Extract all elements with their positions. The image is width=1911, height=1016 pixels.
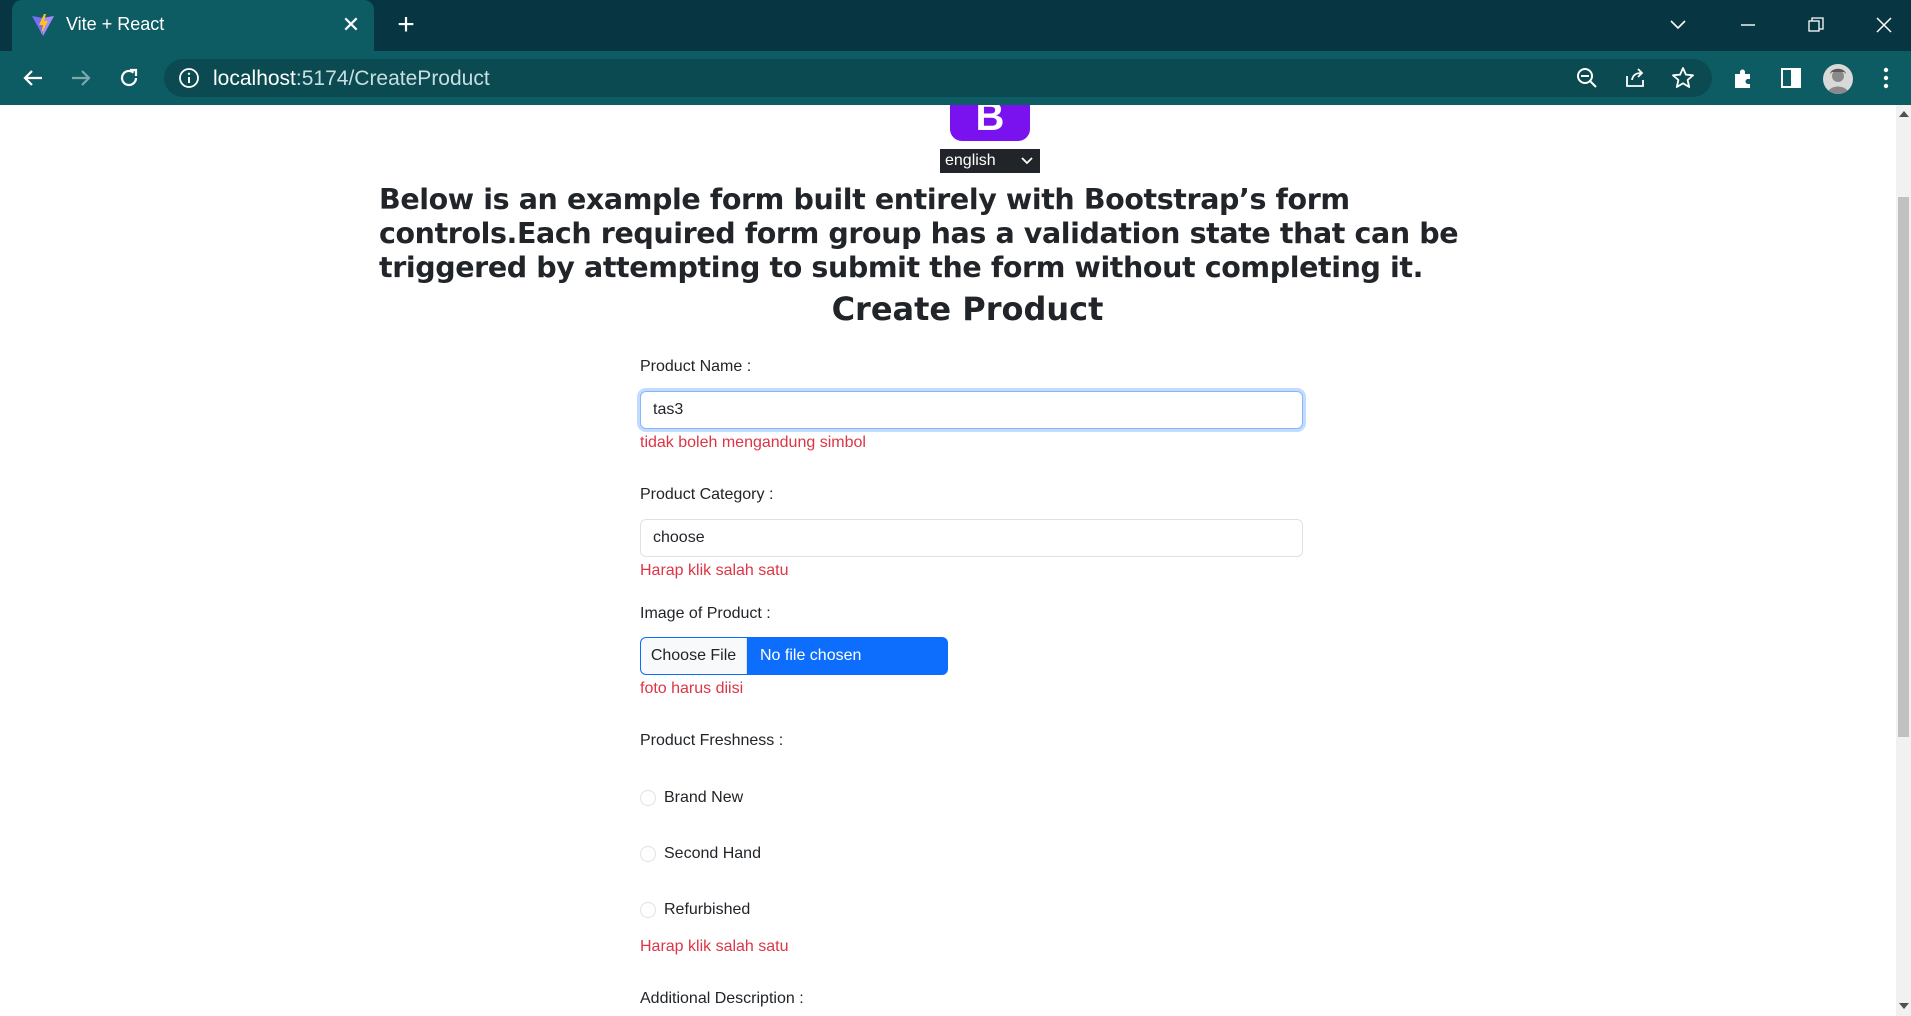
- freshness-error: Harap klik salah satu: [640, 938, 789, 955]
- radio-button[interactable]: [640, 902, 656, 918]
- product-category-error: Harap klik salah satu: [640, 562, 789, 579]
- forward-arrow-icon[interactable]: [63, 60, 99, 96]
- chevron-down-icon: [1021, 157, 1033, 165]
- product-name-label: Product Name :: [640, 358, 752, 375]
- zoom-out-icon[interactable]: [1574, 65, 1600, 91]
- freshness-label: Product Freshness :: [640, 732, 784, 749]
- browser-toolbar: localhost:5174/CreateProduct: [0, 51, 1911, 105]
- url-text[interactable]: localhost:5174/CreateProduct: [213, 67, 490, 91]
- reload-icon[interactable]: [111, 60, 147, 96]
- scroll-down-arrow-icon[interactable]: [1899, 1003, 1909, 1009]
- back-arrow-icon[interactable]: [15, 60, 51, 96]
- page-scrollbar[interactable]: [1896, 105, 1911, 1016]
- language-select[interactable]: english: [940, 149, 1040, 173]
- address-bar[interactable]: localhost:5174/CreateProduct: [164, 59, 1712, 97]
- tab-strip: Vite + React ✕ +: [0, 0, 1911, 51]
- bookmark-star-icon[interactable]: [1670, 65, 1696, 91]
- image-file-input[interactable]: Choose File No file chosen: [640, 637, 948, 675]
- minimize-icon[interactable]: [1730, 7, 1766, 43]
- file-status-text: No file chosen: [760, 647, 862, 664]
- scroll-thumb[interactable]: [1898, 197, 1909, 737]
- language-select-value: english: [945, 152, 996, 169]
- product-name-error: tidak boleh mengandung simbol: [640, 434, 866, 451]
- close-window-icon[interactable]: [1866, 7, 1902, 43]
- product-category-select[interactable]: choose: [640, 519, 1303, 557]
- tab-close-icon[interactable]: ✕: [337, 11, 365, 39]
- restore-icon[interactable]: [1798, 7, 1834, 43]
- product-name-input[interactable]: tas3: [640, 391, 1303, 429]
- tab-title: Vite + React: [66, 14, 165, 34]
- product-category-label: Product Category :: [640, 486, 774, 503]
- extensions-puzzle-icon[interactable]: [1727, 62, 1759, 94]
- menu-dots-icon[interactable]: [1870, 62, 1902, 94]
- page-viewport: B english Below is an example form built…: [0, 105, 1896, 1016]
- description-label: Additional Description :: [640, 990, 804, 1007]
- profile-avatar[interactable]: [1823, 64, 1853, 94]
- browser-tab[interactable]: Vite + React ✕: [12, 0, 374, 51]
- new-tab-button[interactable]: +: [390, 10, 422, 42]
- radio-button[interactable]: [640, 846, 656, 862]
- radio-button[interactable]: [640, 790, 656, 806]
- share-icon[interactable]: [1622, 65, 1648, 91]
- intro-paragraph: Below is an example form built entirely …: [379, 183, 1459, 284]
- page-title: Create Product: [831, 290, 1104, 328]
- radio-label[interactable]: Second Hand: [664, 842, 761, 866]
- choose-file-button[interactable]: Choose File: [641, 638, 747, 674]
- image-error: foto harus diisi: [640, 680, 744, 697]
- bootstrap-logo: B: [950, 105, 1030, 141]
- image-label: Image of Product :: [640, 605, 771, 622]
- tab-search-chevron-icon[interactable]: [1660, 7, 1696, 43]
- radio-label[interactable]: Refurbished: [664, 898, 750, 922]
- bootstrap-logo-letter: B: [975, 105, 1005, 139]
- radio-label[interactable]: Brand New: [664, 786, 743, 810]
- side-panel-icon[interactable]: [1775, 62, 1807, 94]
- site-info-icon[interactable]: [178, 67, 200, 89]
- vite-favicon-icon: [32, 14, 54, 36]
- scroll-up-arrow-icon[interactable]: [1899, 111, 1909, 117]
